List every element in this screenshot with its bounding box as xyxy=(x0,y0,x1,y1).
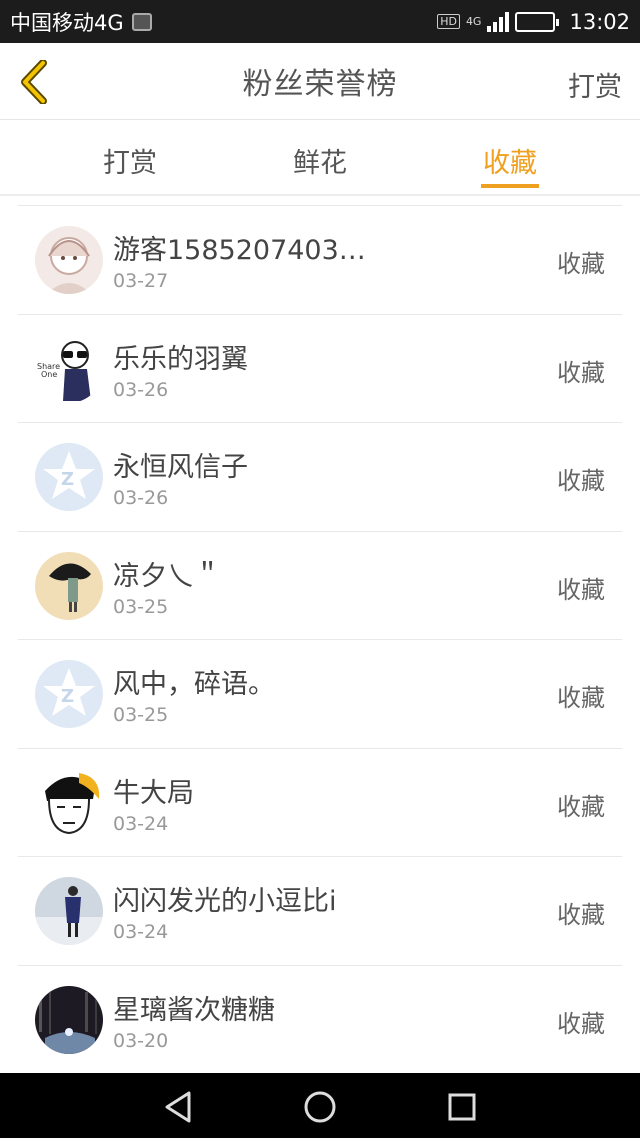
umbrella-figure-avatar-icon xyxy=(35,551,103,620)
avatar xyxy=(35,226,103,294)
dark-photo-avatar-icon xyxy=(35,985,103,1054)
hd-indicator: HD xyxy=(437,14,460,29)
list-item[interactable]: 凉夕乀＂ 03-25 收藏 xyxy=(18,532,622,640)
fan-date: 03-26 xyxy=(113,487,169,509)
fan-date: 03-24 xyxy=(113,812,169,835)
fan-action: 收藏 xyxy=(557,684,605,712)
list-item[interactable]: 牛大局 03-24 收藏 xyxy=(18,749,622,857)
fan-date: 03-24 xyxy=(113,921,169,943)
status-bar: 中国移动4G HD 4G 13:02 xyxy=(0,0,640,43)
cartoon-sunglasses-avatar-icon: Share One xyxy=(35,334,103,403)
list-item[interactable]: Share One 乐乐的羽翼 03-26 收藏 xyxy=(18,315,622,423)
fan-list: 游客1585207403… 03-27 收藏 Share One 乐乐的羽翼 0… xyxy=(18,205,622,1074)
fan-date: 03-26 xyxy=(113,378,169,401)
avatar xyxy=(35,768,103,837)
default-qq-avatar-icon: Z xyxy=(35,660,103,728)
reward-button[interactable]: 打赏 xyxy=(568,65,622,104)
photo-person-avatar-icon xyxy=(35,877,103,945)
svg-text:Z: Z xyxy=(61,686,74,707)
nav-recents-button[interactable] xyxy=(442,1087,482,1127)
tab-reward[interactable]: 打赏 xyxy=(80,141,180,180)
fan-name: 牛大局 xyxy=(113,777,194,809)
list-item[interactable]: 闪闪发光的小逗比i 03-24 收藏 xyxy=(18,857,622,966)
anime-girl-avatar-icon xyxy=(35,226,103,294)
avatar: Z xyxy=(35,443,103,511)
page-title: 粉丝荣誉榜 xyxy=(242,67,398,102)
nav-home-button[interactable] xyxy=(300,1087,340,1127)
cartoon-face-avatar-icon xyxy=(35,768,103,837)
avatar: Share One xyxy=(35,334,103,403)
fan-name: 凉夕乀＂ xyxy=(113,560,221,592)
signal-icon xyxy=(487,11,510,32)
fan-action: 收藏 xyxy=(557,358,605,387)
circle-home-icon xyxy=(304,1091,336,1123)
back-button[interactable] xyxy=(14,59,54,105)
list-item[interactable]: 星璃酱次糖糖 03-20 收藏 xyxy=(18,966,622,1074)
clock: 13:02 xyxy=(569,9,630,34)
fan-action: 收藏 xyxy=(557,901,605,929)
fan-date: 03-25 xyxy=(113,704,169,726)
tab-bar: 打赏 鲜花 收藏 xyxy=(0,121,640,196)
fan-name: 闪闪发光的小逗比i xyxy=(113,886,337,917)
fan-name: 风中，碎语。 xyxy=(113,669,275,700)
app-header: 粉丝荣誉榜 打赏 xyxy=(0,43,640,120)
fan-action: 收藏 xyxy=(557,575,605,604)
fan-name: 游客1585207403… xyxy=(113,235,366,266)
chevron-left-icon xyxy=(21,60,47,104)
network-type: 4G xyxy=(465,15,482,28)
battery-icon xyxy=(515,11,560,32)
fan-action: 收藏 xyxy=(557,1009,605,1038)
system-nav-bar xyxy=(0,1073,640,1138)
image-notification-icon xyxy=(131,12,152,31)
square-recents-icon xyxy=(448,1093,476,1121)
svg-text:One: One xyxy=(41,370,57,379)
list-item[interactable]: Z 风中，碎语。 03-25 收藏 xyxy=(18,640,622,749)
avatar xyxy=(35,877,103,945)
fan-name: 乐乐的羽翼 xyxy=(113,343,248,375)
avatar xyxy=(35,985,103,1054)
nav-back-button[interactable] xyxy=(158,1087,198,1127)
default-qq-avatar-icon: Z xyxy=(35,443,103,511)
fan-action: 收藏 xyxy=(557,467,605,495)
fan-action: 收藏 xyxy=(557,792,605,821)
active-tab-indicator xyxy=(481,184,539,188)
carrier-label: 中国移动4G xyxy=(10,10,124,35)
tab-flowers[interactable]: 鲜花 xyxy=(270,141,370,180)
fan-action: 收藏 xyxy=(557,250,605,278)
list-item[interactable]: Z 永恒风信子 03-26 收藏 xyxy=(18,423,622,532)
fan-date: 03-25 xyxy=(113,595,169,618)
list-item[interactable]: 游客1585207403… 03-27 收藏 xyxy=(18,206,622,315)
tab-favorites[interactable]: 收藏 xyxy=(460,141,560,180)
avatar xyxy=(35,551,103,620)
svg-text:Z: Z xyxy=(61,469,74,490)
fan-date: 03-20 xyxy=(113,1029,169,1052)
fan-date: 03-27 xyxy=(113,270,169,292)
triangle-back-icon xyxy=(165,1091,191,1123)
fan-name: 永恒风信子 xyxy=(113,452,248,483)
fan-name: 星璃酱次糖糖 xyxy=(113,994,275,1026)
avatar: Z xyxy=(35,660,103,728)
